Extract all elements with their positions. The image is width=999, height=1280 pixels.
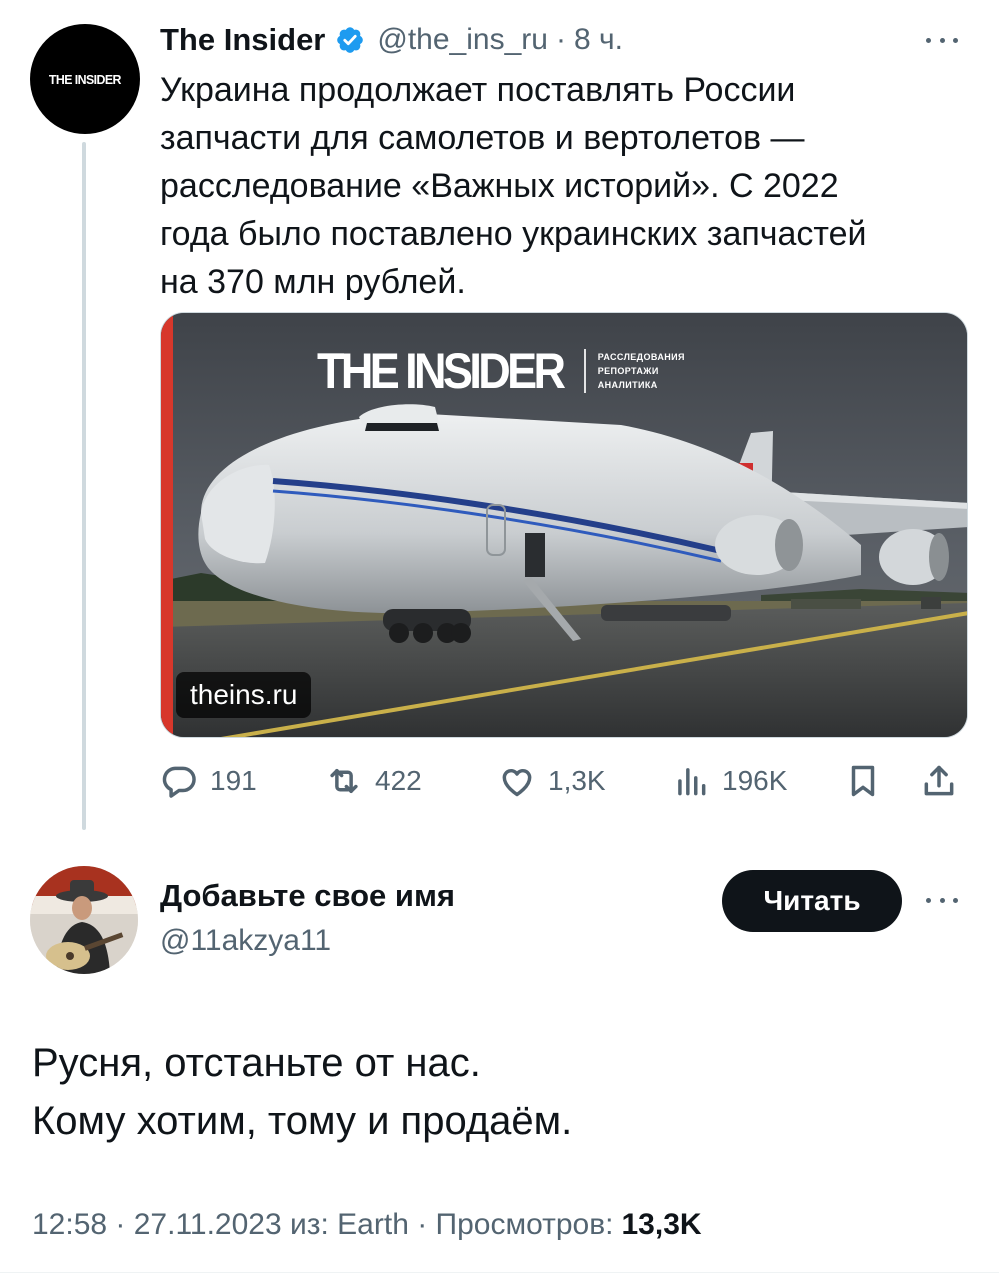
parent-tweet-header: The Insider @the_ins_ru · 8 ч. [160, 20, 623, 60]
insider-avatar[interactable]: THE INSIDER [30, 24, 140, 134]
logo-divider [583, 349, 586, 393]
share-icon [924, 765, 954, 796]
share-button[interactable] [920, 756, 958, 806]
card-domain-label[interactable]: theins.ru [176, 672, 312, 718]
card-logo: THE INSIDER РАССЛЕДОВАНИЯ РЕПОРТАЖИ АНАЛ… [317, 341, 685, 401]
main-tweet-text: Русня, отстаньте от нас. Кому хотим, том… [32, 1041, 573, 1143]
bookmark-button[interactable] [844, 756, 882, 806]
retweet-icon [330, 768, 358, 794]
main-handle[interactable]: @11akzya11 [160, 924, 331, 958]
retweet-button[interactable]: 422 [325, 756, 422, 806]
card-accent-stripe [161, 313, 173, 737]
logo-tags: РАССЛЕДОВАНИЯ РЕПОРТАЖИ АНАЛИТИКА [598, 352, 685, 391]
user-avatar[interactable] [30, 866, 138, 974]
verified-badge-icon [337, 27, 364, 53]
tweet-metadata: 12:58 · 27.11.2023 из: Earth · Просмотро… [32, 1208, 702, 1242]
like-count: 1,3K [548, 765, 606, 796]
follow-button[interactable]: Читать [722, 870, 902, 932]
logo-tag: АНАЛИТИКА [597, 379, 658, 390]
bottom-divider [0, 1272, 999, 1273]
insider-avatar-text: THE INSIDER [49, 71, 122, 87]
action-bar: 191 422 1,3K 196K [160, 756, 968, 806]
main-author-name[interactable]: Добавьте свое имя [160, 878, 455, 914]
user-avatar-photo [30, 866, 138, 974]
reply-count: 191 [210, 765, 257, 796]
parent-author-name[interactable]: The Insider [160, 22, 325, 58]
parent-timestamp[interactable]: 8 ч. [574, 23, 623, 57]
views-button[interactable]: 196K [672, 756, 787, 806]
retweet-count: 422 [375, 765, 422, 796]
views-count: 196K [722, 765, 788, 796]
parent-handle[interactable]: @the_ins_ru [377, 23, 548, 57]
heart-icon [502, 769, 532, 797]
parent-tweet-text: Украина продолжает поставлять России зап… [160, 71, 867, 301]
logo-tag: РАССЛЕДОВАНИЯ [597, 351, 685, 362]
reply-button[interactable]: 191 [160, 756, 257, 806]
bookmark-icon [851, 765, 875, 797]
logo-tag: РЕПОРТАЖИ [597, 365, 659, 376]
tweet-meta-text: 12:58 · 27.11.2023 из: Earth · Просмотро… [32, 1208, 614, 1241]
more-dots-icon[interactable] [920, 30, 964, 50]
views-chart-icon [678, 768, 706, 796]
reply-icon [162, 766, 196, 798]
header-separator: · [555, 23, 566, 56]
like-button[interactable]: 1,3K [498, 756, 606, 806]
more-dots-icon[interactable] [920, 890, 964, 910]
card-logo-text: THE INSIDER [317, 343, 566, 399]
tweet-view-count: 13,3K [621, 1208, 702, 1241]
thread-connector-line [82, 142, 86, 830]
